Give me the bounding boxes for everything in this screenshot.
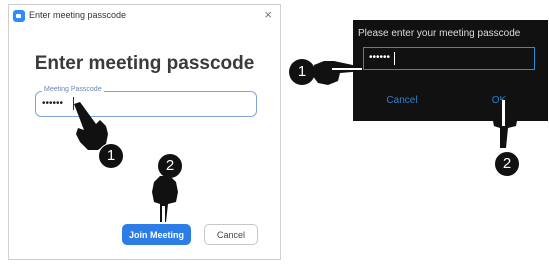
dialog-title: Please enter your meeting passcode xyxy=(358,28,521,39)
dialog-heading: Enter meeting passcode xyxy=(34,53,255,74)
passcode-dialog: Enter meeting passcode × Enter meeting p… xyxy=(8,4,281,260)
text-caret xyxy=(394,52,395,65)
join-meeting-button[interactable]: Join Meeting xyxy=(122,224,191,245)
pointing-hand-icon xyxy=(492,100,518,148)
pointing-hand-icon xyxy=(152,176,178,222)
passcode-label: Meeting Passcode xyxy=(42,86,104,93)
passcode-value: •••••• xyxy=(42,98,64,109)
step-2-badge: 2 xyxy=(494,151,520,177)
passcode-value: •••••• xyxy=(369,52,391,63)
pointing-hand-icon xyxy=(312,61,364,85)
step-1-badge: 1 xyxy=(98,143,124,169)
dialog-title: Enter meeting passcode xyxy=(29,10,127,20)
dialog-titlebar: Enter meeting passcode × xyxy=(9,5,280,27)
zoom-app-icon xyxy=(13,10,25,22)
cancel-button[interactable]: Cancel xyxy=(371,95,433,106)
passcode-input[interactable]: •••••• xyxy=(363,47,535,70)
cancel-button[interactable]: Cancel xyxy=(204,224,258,245)
close-icon[interactable]: × xyxy=(264,7,272,22)
